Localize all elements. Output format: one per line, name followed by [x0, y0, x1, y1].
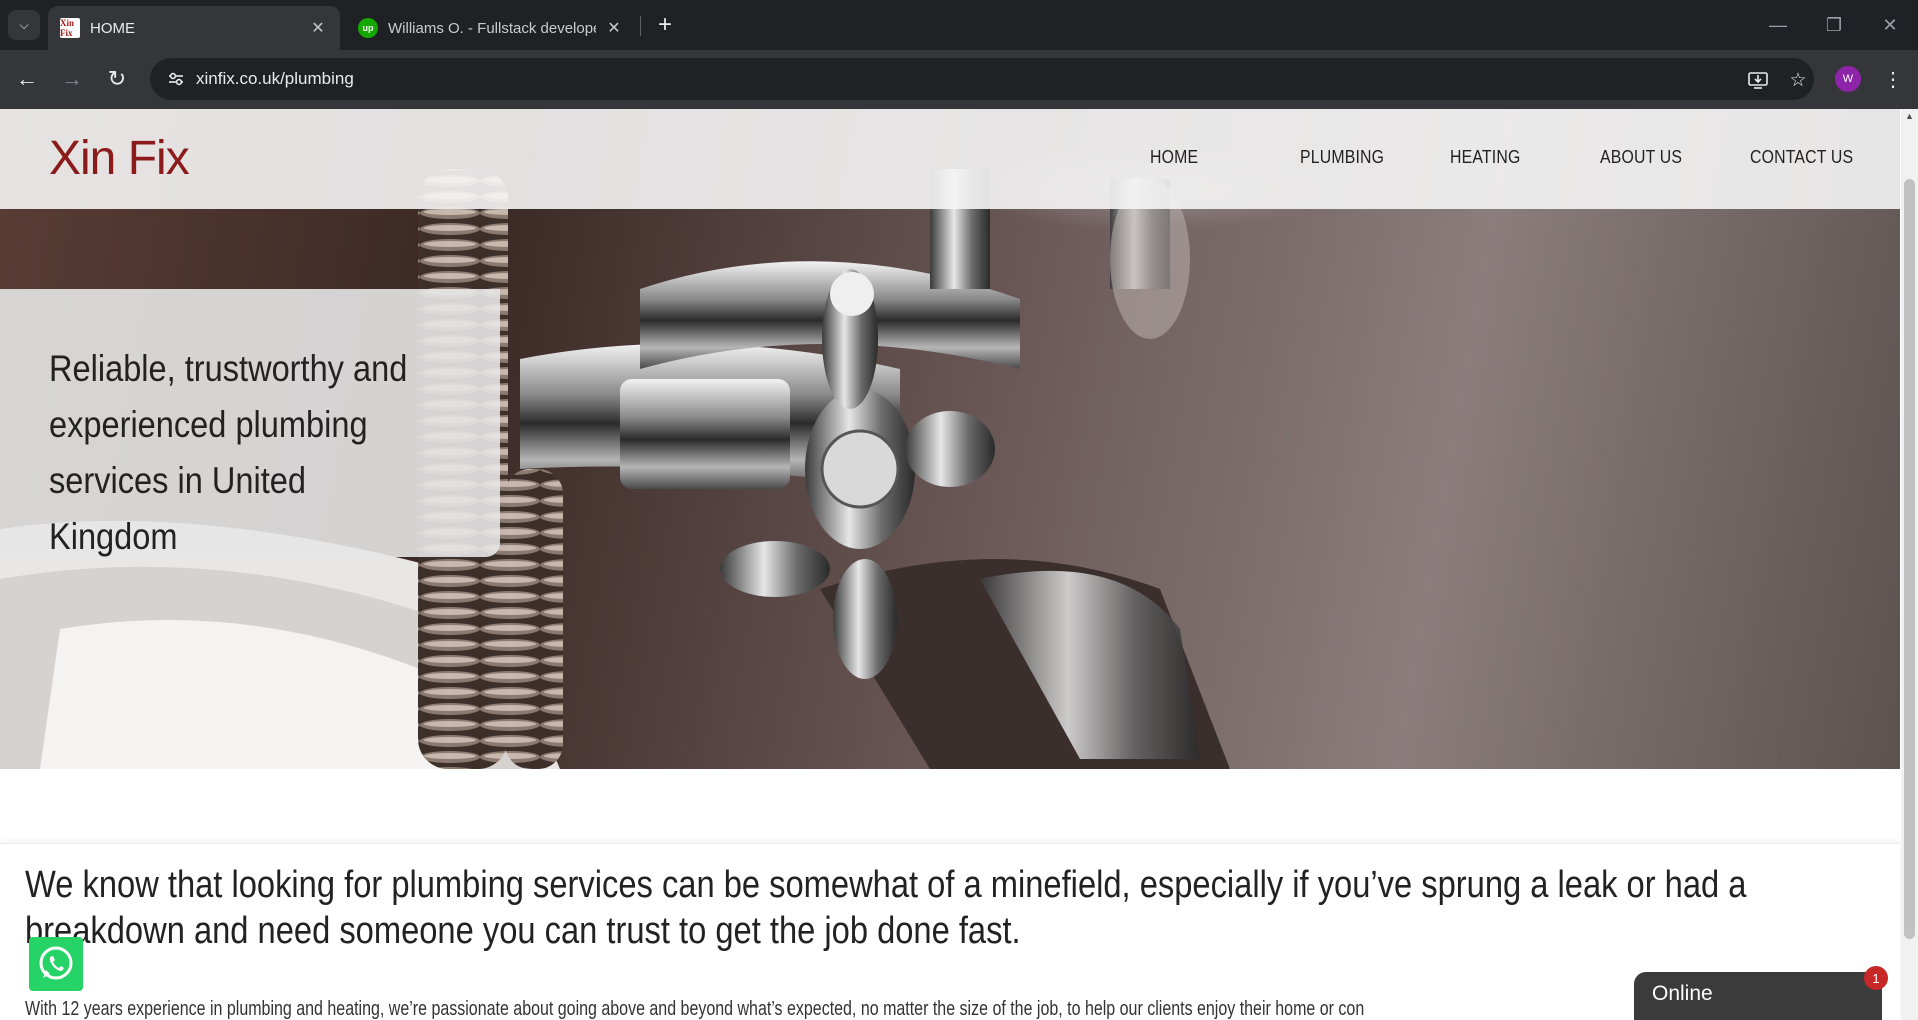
minimize-icon: —: [1769, 14, 1787, 35]
chat-unread-badge: 1: [1864, 966, 1888, 990]
plus-icon: +: [657, 11, 672, 38]
browser-tab-strip: ⌵ Xin Fix HOME ✕ up Williams O. - Fullst…: [0, 0, 1918, 50]
tab-search-button[interactable]: ⌵: [8, 10, 40, 40]
intro-paragraph: With 12 years experience in plumbing and…: [25, 998, 1365, 1020]
tune-icon: [169, 72, 183, 86]
forward-button[interactable]: →: [56, 63, 88, 95]
kebab-menu-icon: ⋮: [1883, 68, 1903, 91]
scroll-up-icon[interactable]: ▲: [1905, 111, 1914, 121]
back-button[interactable]: ←: [11, 63, 43, 95]
address-bar[interactable]: xinfix.co.uk/plumbing ☆: [150, 58, 1814, 100]
minimize-button[interactable]: —: [1758, 8, 1798, 42]
restore-button[interactable]: ❐: [1814, 8, 1854, 42]
reload-icon: ↻: [107, 66, 127, 91]
page-viewport: Xin Fix HOME PLUMBING HEATING ABOUT US C…: [0, 109, 1918, 1020]
page-scrollbar[interactable]: ▲: [1901, 109, 1918, 1020]
whatsapp-icon: [39, 946, 73, 980]
tab-upwork[interactable]: up Williams O. - Fullstack developer ✕: [346, 6, 636, 50]
profile-avatar[interactable]: W: [1835, 66, 1861, 92]
xin-fix-favicon: Xin Fix: [60, 18, 80, 38]
nav-plumbing[interactable]: PLUMBING: [1300, 147, 1384, 168]
close-icon[interactable]: ✕: [604, 18, 624, 38]
site-info-button[interactable]: [156, 63, 196, 95]
tab-separator: [640, 16, 641, 36]
chevron-down-icon: ⌵: [19, 17, 29, 32]
nav-heating[interactable]: HEATING: [1450, 147, 1520, 168]
content-section: We know that looking for plumbing servic…: [0, 843, 1900, 1020]
install-app-icon: [1748, 72, 1768, 89]
scrollbar-thumb[interactable]: [1904, 179, 1915, 939]
upwork-favicon: up: [358, 18, 378, 38]
hero-heading: Reliable, trustworthy and experienced pl…: [49, 348, 408, 557]
site-header: Xin Fix HOME PLUMBING HEATING ABOUT US C…: [0, 109, 1900, 209]
hero-card: Reliable, trustworthy and experienced pl…: [0, 289, 500, 557]
nav-about-us[interactable]: ABOUT US: [1600, 147, 1682, 168]
nav-home[interactable]: HOME: [1150, 147, 1198, 168]
tab-title: HOME: [90, 19, 135, 37]
close-icon[interactable]: ✕: [308, 18, 328, 38]
nav-contact-us[interactable]: CONTACT US: [1750, 147, 1853, 168]
browser-toolbar: ← → ↻ xinfix.co.uk/plumbing ☆: [0, 50, 1918, 109]
tab-home[interactable]: Xin Fix HOME ✕: [48, 6, 340, 50]
whatsapp-button[interactable]: [29, 937, 83, 991]
forward-arrow-icon: →: [61, 66, 83, 91]
close-window-button[interactable]: ✕: [1870, 8, 1910, 42]
tab-title: Williams O. - Fullstack developer: [388, 19, 596, 37]
bookmark-button[interactable]: ☆: [1782, 66, 1814, 94]
browser-menu-button[interactable]: ⋮: [1880, 62, 1906, 96]
new-tab-button[interactable]: +: [650, 10, 680, 40]
install-app-button[interactable]: [1742, 66, 1774, 94]
restore-icon: ❐: [1825, 14, 1843, 35]
url-text: xinfix.co.uk/plumbing: [196, 69, 354, 88]
chat-status-label: Online: [1652, 982, 1713, 1005]
lead-text: We know that looking for plumbing servic…: [25, 864, 1747, 952]
star-icon: ☆: [1789, 69, 1807, 91]
back-arrow-icon: ←: [16, 66, 38, 91]
hero-banner: Xin Fix HOME PLUMBING HEATING ABOUT US C…: [0, 109, 1900, 769]
chat-widget[interactable]: Online: [1634, 972, 1882, 1020]
close-icon: ✕: [1882, 14, 1898, 35]
site-logo[interactable]: Xin Fix: [49, 131, 190, 186]
reload-button[interactable]: ↻: [101, 63, 133, 95]
